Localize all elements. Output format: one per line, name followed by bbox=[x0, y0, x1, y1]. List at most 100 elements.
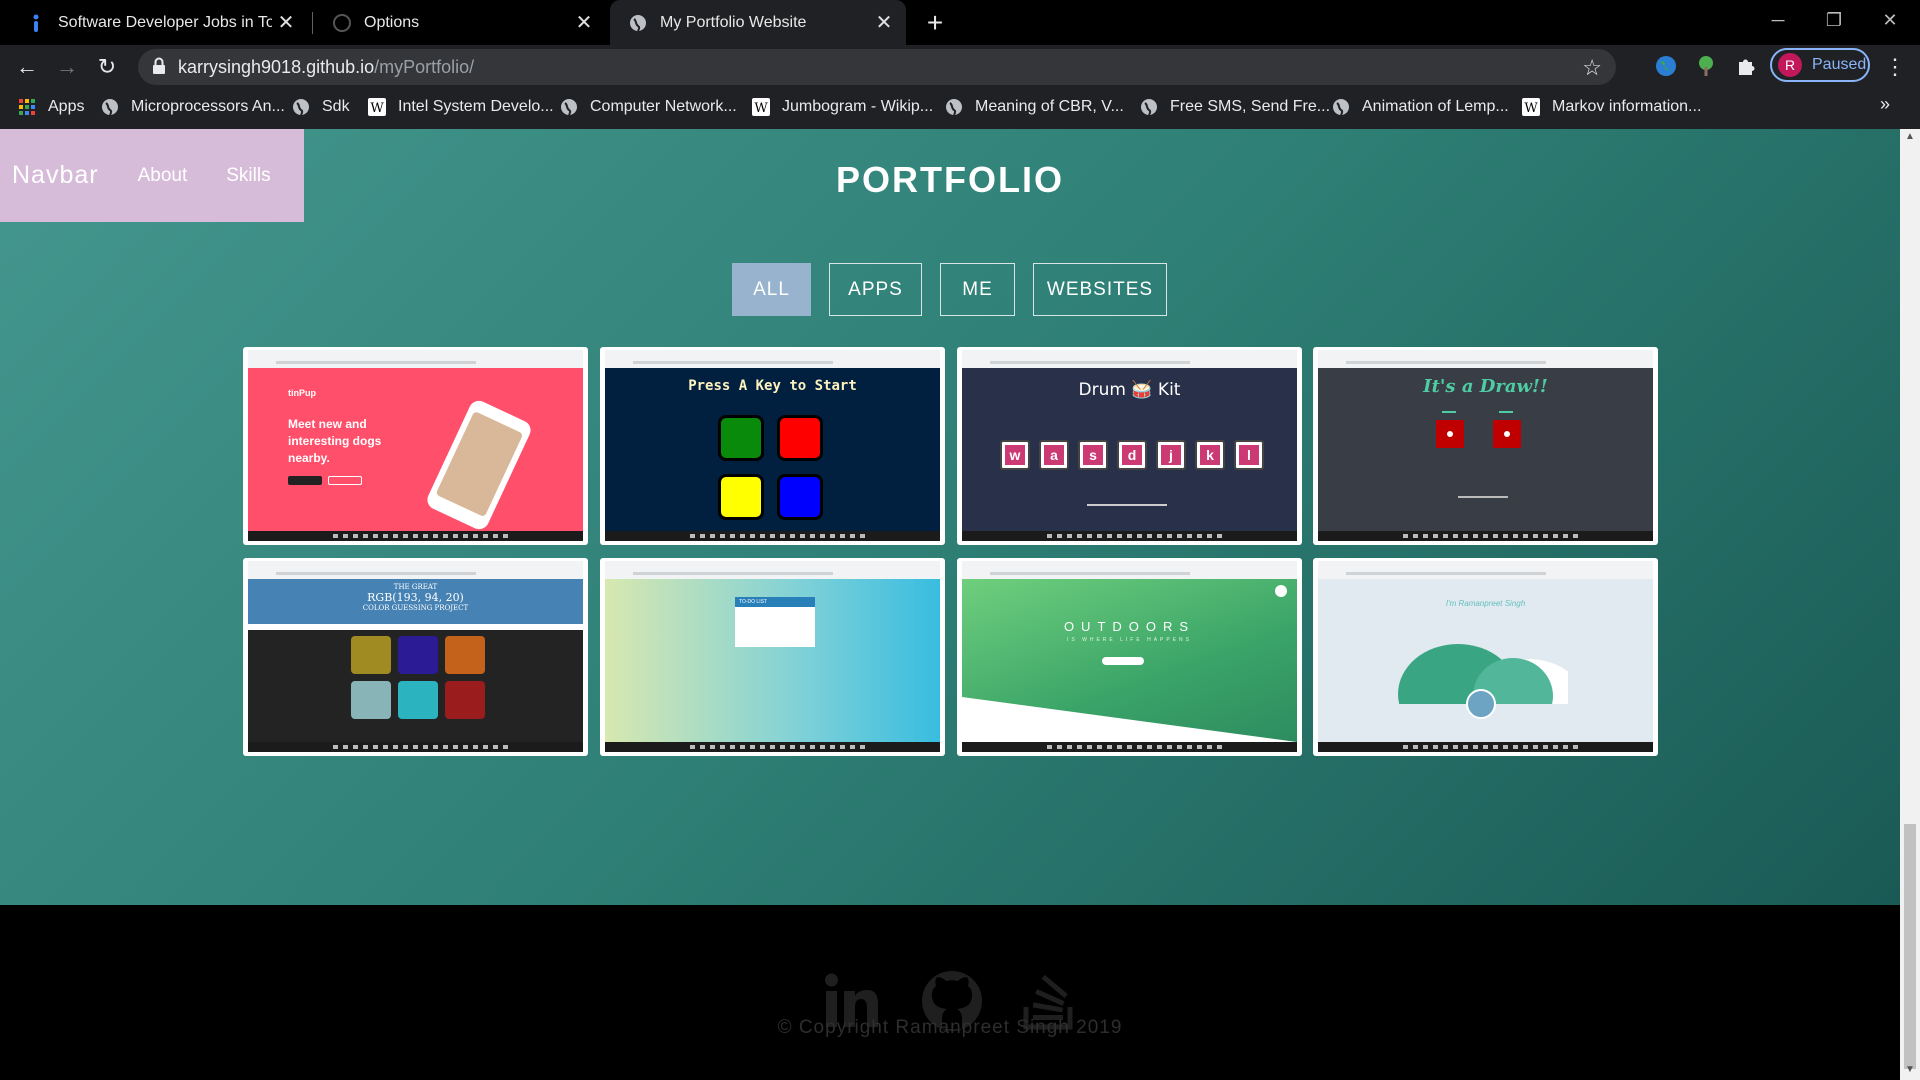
page-scrollbar[interactable]: ▲ ▼ bbox=[1900, 129, 1920, 1080]
thumb-screen: TO-DO LIST bbox=[605, 579, 940, 742]
thumb-headline: I'm Ramanpreet Singh bbox=[1445, 599, 1526, 608]
tab-title: Options bbox=[364, 13, 420, 31]
project-card-dicee[interactable]: It's a Draw!! bbox=[1313, 347, 1658, 545]
bookmark-item[interactable]: W Markov information... bbox=[1522, 92, 1701, 122]
scroll-up-icon[interactable]: ▲ bbox=[1904, 131, 1916, 145]
profile-button[interactable]: R Paused bbox=[1770, 48, 1870, 82]
bookmark-label: Microprocessors An... bbox=[131, 98, 285, 115]
close-window-button[interactable]: ✕ bbox=[1862, 0, 1918, 40]
minimize-button[interactable]: ─ bbox=[1750, 0, 1806, 40]
menu-icon[interactable]: ⋮ bbox=[1880, 50, 1910, 84]
drum-key-letter: d bbox=[1127, 447, 1137, 463]
scrollbar-thumb[interactable] bbox=[1904, 824, 1916, 1069]
dice-1 bbox=[1436, 420, 1464, 448]
indeed-icon bbox=[26, 13, 46, 33]
lock-icon bbox=[152, 57, 166, 80]
project-card-personal-site[interactable]: I'm Ramanpreet Singh bbox=[1313, 558, 1658, 756]
simon-blue bbox=[777, 474, 823, 520]
drum-key-letter: a bbox=[1050, 447, 1058, 463]
tree-extension-icon[interactable] bbox=[1690, 50, 1722, 82]
bookmark-item[interactable]: Meaning of CBR, V... bbox=[945, 92, 1124, 122]
profile-photo bbox=[1466, 689, 1496, 719]
thumb-screen: It's a Draw!! bbox=[1318, 368, 1653, 531]
reload-button[interactable]: ↻ bbox=[90, 50, 124, 84]
filter-all-button[interactable]: ALL bbox=[732, 263, 811, 316]
project-card-drum-kit[interactable]: Drum 🥁 Kit w a s d j k l bbox=[957, 347, 1302, 545]
tab-jobs[interactable]: Software Developer Jobs in Toronto ✕ bbox=[8, 0, 308, 45]
todo-card: TO-DO LIST bbox=[735, 597, 815, 647]
thumb-headline: OUTDOORS bbox=[1063, 619, 1196, 634]
drum-key: w bbox=[1000, 440, 1030, 470]
close-icon[interactable]: ✕ bbox=[570, 9, 598, 37]
bookmark-item[interactable]: Microprocessors An... bbox=[101, 92, 285, 122]
close-icon[interactable]: ✕ bbox=[272, 9, 300, 37]
tab-options[interactable]: Options ✕ bbox=[314, 0, 606, 45]
forward-button[interactable]: → bbox=[50, 50, 84, 84]
bookmark-item[interactable]: Sdk bbox=[292, 92, 350, 122]
rgb-square bbox=[351, 636, 391, 674]
bookmark-star-icon[interactable]: ☆ bbox=[1582, 55, 1602, 81]
globe-icon bbox=[1140, 98, 1158, 116]
wikipedia-icon: W bbox=[752, 98, 770, 116]
project-card-todo-list[interactable]: TO-DO LIST bbox=[600, 558, 945, 756]
thumb-subline: IS WHERE LIFE HAPPENS bbox=[1067, 637, 1192, 643]
rgb-line3: COLOR GUESSING PROJECT bbox=[362, 604, 469, 612]
filter-me-button[interactable]: ME bbox=[940, 263, 1015, 316]
scroll-down-icon[interactable]: ▼ bbox=[1904, 1064, 1916, 1078]
bookmark-item[interactable]: Free SMS, Send Fre... bbox=[1140, 92, 1330, 122]
rgb-square bbox=[351, 681, 391, 719]
thumb-browser-bar bbox=[1318, 561, 1653, 579]
thumb-screen: THE GREAT RGB(193, 94, 20) COLOR GUESSIN… bbox=[248, 579, 583, 742]
thumb-taskbar bbox=[248, 742, 583, 752]
url-text: karrysingh9018.github.io/myPortfolio/ bbox=[178, 57, 474, 78]
apps-grid-icon bbox=[18, 98, 36, 116]
close-icon[interactable]: ✕ bbox=[870, 9, 898, 37]
thumb-headline: It's a Draw!! bbox=[1423, 376, 1548, 397]
thumb-taskbar bbox=[962, 531, 1297, 541]
project-card-simon[interactable]: Press A Key to Start bbox=[600, 347, 945, 545]
back-button[interactable]: ← bbox=[10, 50, 44, 84]
filter-websites-button[interactable]: WEBSITES bbox=[1033, 263, 1167, 316]
outdoors-skew bbox=[962, 697, 1297, 742]
svg-text:W: W bbox=[370, 101, 384, 116]
bookmark-item[interactable]: Computer Network... bbox=[560, 92, 737, 122]
rgb-square bbox=[398, 681, 438, 719]
bookmark-item[interactable]: Animation of Lemp... bbox=[1332, 92, 1509, 122]
restore-button[interactable]: ❐ bbox=[1806, 0, 1862, 40]
bookmark-label: Markov information... bbox=[1552, 98, 1702, 115]
tab-strip: Software Developer Jobs in Toronto ✕ Opt… bbox=[0, 0, 1920, 45]
project-card-rgb-game[interactable]: THE GREAT RGB(193, 94, 20) COLOR GUESSIN… bbox=[243, 558, 588, 756]
project-card-outdoors[interactable]: OUTDOORS IS WHERE LIFE HAPPENS bbox=[957, 558, 1302, 756]
puzzle-extensions-icon[interactable] bbox=[1730, 50, 1762, 82]
bookmark-label: Meaning of CBR, V... bbox=[975, 98, 1124, 115]
globe-icon bbox=[945, 98, 963, 116]
filter-apps-button[interactable]: APPS bbox=[829, 263, 922, 316]
bookmarks-overflow-button[interactable]: » bbox=[1880, 94, 1890, 115]
svg-text:W: W bbox=[1524, 101, 1538, 116]
outdoors-button bbox=[1102, 657, 1144, 665]
globe-icon bbox=[101, 98, 119, 116]
bookmark-item[interactable]: Apps bbox=[18, 92, 84, 122]
earth-extension-icon[interactable] bbox=[1650, 50, 1682, 82]
phone-image bbox=[424, 397, 534, 531]
project-card-tinpup[interactable]: tinPup Meet new and interesting dogs nea… bbox=[243, 347, 588, 545]
address-bar[interactable]: karrysingh9018.github.io/myPortfolio/ ☆ bbox=[138, 49, 1616, 85]
bookmark-label: Free SMS, Send Fre... bbox=[1170, 98, 1331, 115]
thumb-screen: tinPup Meet new and interesting dogs nea… bbox=[248, 368, 583, 531]
drum-key: k bbox=[1195, 440, 1225, 470]
simon-yellow bbox=[718, 474, 764, 520]
thumb-headline: Press A Key to Start bbox=[688, 378, 857, 394]
portfolio-section: Navbar About Skills PORTFOLIO ALL APPS M… bbox=[0, 129, 1900, 905]
page-title: PORTFOLIO bbox=[836, 159, 1064, 200]
player-label bbox=[1499, 411, 1513, 413]
tab-separator bbox=[312, 12, 313, 34]
thumb-screen: OUTDOORS IS WHERE LIFE HAPPENS bbox=[962, 579, 1297, 742]
new-tab-button[interactable]: + bbox=[918, 6, 952, 40]
bookmark-item[interactable]: W Intel System Develo... bbox=[368, 92, 554, 122]
tab-portfolio[interactable]: My Portfolio Website ✕ bbox=[610, 0, 906, 45]
url-host: karrysingh9018.github.io bbox=[178, 57, 375, 77]
drum-key-letter: w bbox=[1009, 447, 1021, 463]
globe-icon bbox=[628, 13, 648, 33]
bookmark-item[interactable]: W Jumbogram - Wikip... bbox=[752, 92, 933, 122]
url-path: /myPortfolio/ bbox=[374, 57, 475, 77]
